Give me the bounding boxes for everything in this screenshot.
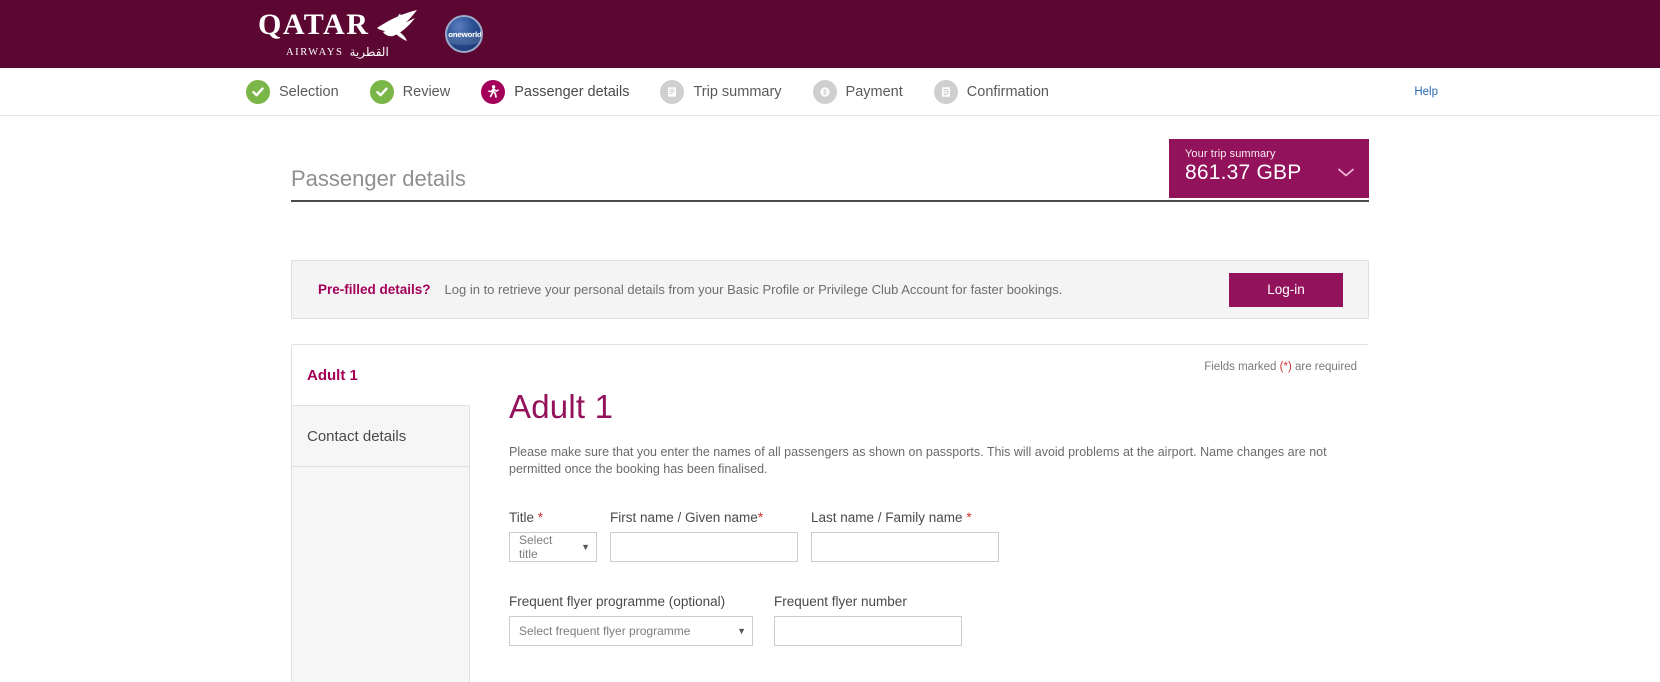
first-name-field-group: First name / Given name* xyxy=(610,510,798,562)
title-select[interactable]: Select title ▼ xyxy=(509,531,597,562)
last-name-label-text: Last name / Family name xyxy=(811,509,963,525)
last-name-input[interactable] xyxy=(811,531,999,562)
sidebar-tab-adult-1-label: Adult 1 xyxy=(307,366,358,384)
check-circle-icon xyxy=(369,79,394,104)
help-link[interactable]: Help xyxy=(1414,86,1438,98)
title-select-value: Select title xyxy=(519,532,553,561)
passenger-form: Fields marked (*) are required Adult 1 P… xyxy=(470,345,1383,682)
step-passenger-details[interactable]: Passenger details xyxy=(481,79,630,104)
privilege-club-link[interactable]: Privilege Club Account xyxy=(818,282,948,297)
trip-summary-label: Your trip summary xyxy=(1185,148,1276,160)
arabic-text: القطرية xyxy=(349,45,389,59)
first-name-label-text: First name / Given name xyxy=(610,509,758,525)
title-label-text: Title xyxy=(509,509,535,525)
passenger-heading: Adult 1 xyxy=(509,388,614,425)
trip-summary-amount: 861.37 GBP xyxy=(1185,161,1302,184)
passenger-tabs-sidebar: Adult 1 Contact details xyxy=(292,345,470,682)
site-header: QATAR AIRWAYS القطرية oneworld xyxy=(0,0,1660,68)
check-circle-icon xyxy=(246,79,270,104)
step-trip-summary[interactable]: Trip summary xyxy=(660,79,782,104)
trip-summary-widget[interactable]: Your trip summary 861.37 GBP xyxy=(1169,139,1369,198)
ff-programme-select-value: Select frequent flyer programme xyxy=(519,623,691,638)
step-payment-label: Payment xyxy=(845,83,903,100)
airways-text: AIRWAYS xyxy=(286,47,344,58)
qatar-airways-logo[interactable]: QATAR AIRWAYS القطرية xyxy=(258,8,421,60)
ff-number-field-label: Frequent flyer number xyxy=(774,593,907,609)
required-note-star: (*) xyxy=(1279,361,1292,373)
title-field-label: Title * xyxy=(509,510,597,525)
step-payment[interactable]: Payment xyxy=(812,79,903,104)
passenger-walking-icon xyxy=(481,79,506,104)
title-field-group: Title * Select title ▼ xyxy=(509,510,597,562)
required-note-pre: Fields marked xyxy=(1204,361,1280,373)
document-icon xyxy=(660,79,685,104)
passenger-intro-text: Please make sure that you enter the name… xyxy=(509,445,1327,476)
sidebar-filler xyxy=(292,467,469,682)
frequent-flyer-number-input[interactable] xyxy=(774,615,962,646)
document-check-icon xyxy=(933,79,958,104)
prefilled-details-text: Log in to retrieve your personal details… xyxy=(445,282,1063,297)
last-name-field-group: Last name / Family name * xyxy=(811,510,999,562)
sidebar-tab-contact-details[interactable]: Contact details xyxy=(292,406,469,467)
chevron-down-icon[interactable] xyxy=(1337,167,1355,178)
ff-number-field-group: Frequent flyer number xyxy=(774,594,962,646)
name-fields-row: Title * Select title ▼ First name / Give… xyxy=(509,510,1357,562)
step-selection-label: Selection xyxy=(279,83,339,100)
required-asterisk: * xyxy=(757,509,764,525)
required-note-post: are required xyxy=(1291,361,1357,373)
required-asterisk: * xyxy=(966,509,972,525)
booking-steps-bar: Selection Review Passenger details Trip xyxy=(0,68,1660,116)
prefill-text-1: Log in to retrieve your personal details… xyxy=(444,282,728,297)
prefill-text-2: or xyxy=(799,282,819,297)
first-name-input[interactable] xyxy=(610,531,798,562)
oryx-icon xyxy=(377,10,418,41)
step-confirmation-label: Confirmation xyxy=(966,83,1049,100)
prefill-text-3: for faster bookings. xyxy=(948,282,1063,297)
step-review-label: Review xyxy=(402,83,451,100)
step-passenger-details-label: Passenger details xyxy=(514,83,630,100)
prefilled-details-banner: Pre-filled details? Log in to retrieve y… xyxy=(291,260,1369,319)
oneworld-label: oneworld xyxy=(447,29,482,39)
page-body: Passenger details Your trip summary 861.… xyxy=(0,139,1660,682)
step-trip-summary-label: Trip summary xyxy=(693,83,782,100)
prefilled-details-heading: Pre-filled details? xyxy=(318,282,431,297)
page-title-row: Passenger details Your trip summary 861.… xyxy=(291,139,1369,202)
ff-programme-field-label: Frequent flyer programme (optional) xyxy=(509,593,726,609)
last-name-field-label: Last name / Family name * xyxy=(811,510,999,525)
qatar-airways-wordmark: QATAR xyxy=(258,8,370,41)
qatar-airways-subtitle: AIRWAYS القطرية xyxy=(286,45,389,60)
passenger-panel: Adult 1 Contact details Fields marked (*… xyxy=(291,344,1383,682)
page-title: Passenger details xyxy=(291,166,466,191)
sidebar-tab-adult-1[interactable]: Adult 1 xyxy=(292,345,470,406)
chevron-down-icon: ▼ xyxy=(737,625,746,636)
payment-icon xyxy=(812,79,837,104)
content-container: Passenger details Your trip summary 861.… xyxy=(291,139,1383,682)
first-name-field-label: First name / Given name* xyxy=(610,510,798,525)
brand-logos: QATAR AIRWAYS القطرية oneworld xyxy=(258,8,484,60)
ff-programme-field-group: Frequent flyer programme (optional) Sele… xyxy=(509,594,753,646)
step-selection[interactable]: Selection xyxy=(246,79,339,104)
frequent-flyer-fields-row: Frequent flyer programme (optional) Sele… xyxy=(509,594,1357,646)
step-confirmation[interactable]: Confirmation xyxy=(933,79,1049,104)
chevron-down-icon: ▼ xyxy=(581,541,590,552)
step-review[interactable]: Review xyxy=(369,79,451,104)
required-fields-note: Fields marked (*) are required xyxy=(1204,361,1357,373)
log-in-button[interactable]: Log-in xyxy=(1229,272,1343,307)
sidebar-tab-contact-details-label: Contact details xyxy=(307,427,407,445)
oneworld-logo[interactable]: oneworld xyxy=(445,15,484,53)
required-asterisk: * xyxy=(537,509,544,525)
basic-profile-link[interactable]: Basic Profile xyxy=(727,282,799,297)
frequent-flyer-programme-select[interactable]: Select frequent flyer programme ▼ xyxy=(509,615,753,646)
